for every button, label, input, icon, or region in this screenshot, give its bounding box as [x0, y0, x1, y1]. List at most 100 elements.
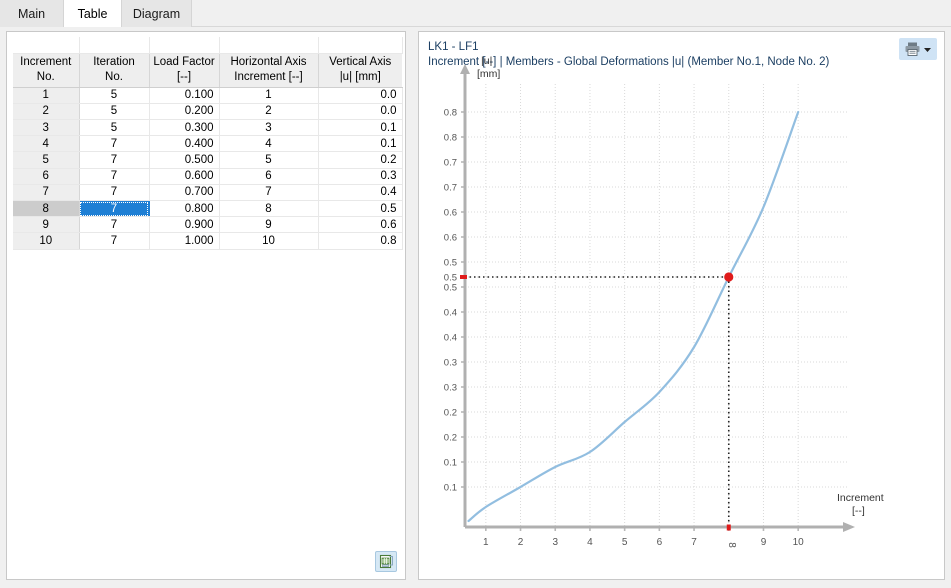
- filter-cell[interactable]: [79, 37, 149, 53]
- export-table-icon: [379, 554, 394, 569]
- table-row[interactable]: 870.80080.5: [13, 201, 402, 217]
- cell-load-factor[interactable]: 1.000: [149, 233, 219, 249]
- cell-iteration-no[interactable]: 5: [79, 120, 149, 136]
- cell-horizontal-axis[interactable]: 7: [219, 184, 318, 200]
- cell-load-factor[interactable]: 0.600: [149, 168, 219, 184]
- cell-horizontal-axis[interactable]: 2: [219, 103, 318, 119]
- filter-cell[interactable]: [149, 37, 219, 53]
- row-header-cell[interactable]: 10: [13, 233, 79, 249]
- column-header-increment-no[interactable]: Increment No.: [13, 53, 79, 87]
- cell-load-factor[interactable]: 0.100: [149, 87, 219, 103]
- cell-horizontal-axis[interactable]: 3: [219, 120, 318, 136]
- tab-diagram-label: Diagram: [133, 7, 180, 21]
- cell-load-factor[interactable]: 0.900: [149, 217, 219, 233]
- cell-iteration-no[interactable]: 7: [79, 136, 149, 152]
- x-tick-label: 6: [657, 537, 663, 548]
- cell-vertical-axis[interactable]: 0.5: [318, 201, 402, 217]
- table-row[interactable]: 670.60060.3: [13, 168, 402, 184]
- cell-horizontal-axis[interactable]: 10: [219, 233, 318, 249]
- selected-data-point[interactable]: [724, 272, 733, 281]
- y-axis-arrow: [460, 64, 470, 74]
- cell-load-factor[interactable]: 0.200: [149, 103, 219, 119]
- row-header-cell[interactable]: 2: [13, 103, 79, 119]
- table-header-row: Increment No. Iteration No. Load Factor …: [13, 53, 402, 87]
- cell-iteration-no[interactable]: 7: [79, 184, 149, 200]
- x-axis-label: Increment: [837, 492, 884, 504]
- table-row[interactable]: 970.90090.6: [13, 217, 402, 233]
- cell-vertical-axis[interactable]: 0.3: [318, 168, 402, 184]
- table-row[interactable]: 350.30030.1: [13, 120, 402, 136]
- filter-cell[interactable]: [13, 37, 79, 53]
- cell-horizontal-axis[interactable]: 4: [219, 136, 318, 152]
- table-row[interactable]: 570.50050.2: [13, 152, 402, 168]
- cell-iteration-no[interactable]: 7: [79, 168, 149, 184]
- tab-main[interactable]: Main: [0, 0, 64, 27]
- deformation-curve-chart[interactable]: 0.80.80.70.70.60.60.50.50.50.40.40.30.30…: [419, 32, 946, 581]
- x-tick-label: 9: [761, 537, 767, 548]
- cell-vertical-axis[interactable]: 0.1: [318, 136, 402, 152]
- cell-load-factor[interactable]: 0.400: [149, 136, 219, 152]
- x-tick-label: 5: [622, 537, 628, 548]
- header-line1: Iteration: [83, 55, 146, 71]
- cell-load-factor[interactable]: 0.800: [149, 201, 219, 217]
- x-tick-label: 8: [726, 542, 737, 548]
- column-header-iteration-no[interactable]: Iteration No.: [79, 53, 149, 87]
- column-header-vertical-axis[interactable]: Vertical Axis |u| [mm]: [318, 53, 402, 87]
- table-row[interactable]: 150.10010.0: [13, 87, 402, 103]
- cell-iteration-no[interactable]: 7: [79, 152, 149, 168]
- table-filter-row: [13, 37, 402, 53]
- filter-cell[interactable]: [318, 37, 402, 53]
- x-tick-label: 10: [793, 537, 805, 548]
- row-header-cell[interactable]: 8: [13, 201, 79, 217]
- cell-vertical-axis[interactable]: 0.6: [318, 217, 402, 233]
- row-header-cell[interactable]: 6: [13, 168, 79, 184]
- row-header-cell[interactable]: 4: [13, 136, 79, 152]
- header-line2: [--]: [153, 70, 216, 86]
- header-line2: Increment [--]: [223, 70, 315, 86]
- y-tick-label: 0.7: [444, 158, 457, 169]
- cell-iteration-no[interactable]: 7: [79, 201, 149, 217]
- table-row[interactable]: 770.70070.4: [13, 184, 402, 200]
- tab-strip: Main Table Diagram: [0, 0, 951, 27]
- table-row[interactable]: 1071.000100.8: [13, 233, 402, 249]
- tab-main-label: Main: [18, 7, 45, 21]
- cell-vertical-axis[interactable]: 0.8: [318, 233, 402, 249]
- cell-iteration-no[interactable]: 7: [79, 217, 149, 233]
- diagram-panel: LK1 - LF1 Increment [--] | Members - Glo…: [418, 31, 945, 580]
- cell-horizontal-axis[interactable]: 6: [219, 168, 318, 184]
- tab-diagram[interactable]: Diagram: [122, 0, 192, 27]
- cell-iteration-no[interactable]: 7: [79, 233, 149, 249]
- export-table-button[interactable]: [375, 551, 397, 572]
- cell-iteration-no[interactable]: 5: [79, 103, 149, 119]
- cell-vertical-axis[interactable]: 0.2: [318, 152, 402, 168]
- table-row[interactable]: 470.40040.1: [13, 136, 402, 152]
- cell-horizontal-axis[interactable]: 1: [219, 87, 318, 103]
- y-axis-marker: [460, 275, 467, 279]
- cell-vertical-axis[interactable]: 0.1: [318, 120, 402, 136]
- row-header-cell[interactable]: 5: [13, 152, 79, 168]
- column-header-load-factor[interactable]: Load Factor [--]: [149, 53, 219, 87]
- cell-horizontal-axis[interactable]: 5: [219, 152, 318, 168]
- cell-vertical-axis[interactable]: 0.4: [318, 184, 402, 200]
- y-tick-label: 0.5: [444, 283, 457, 294]
- filter-cell[interactable]: [219, 37, 318, 53]
- y-tick-label: 0.6: [444, 208, 457, 219]
- x-axis-unit: [--]: [852, 505, 865, 517]
- tab-table-label: Table: [78, 7, 108, 21]
- x-axis-marker: [727, 525, 731, 531]
- row-header-cell[interactable]: 3: [13, 120, 79, 136]
- cell-vertical-axis[interactable]: 0.0: [318, 87, 402, 103]
- cell-load-factor[interactable]: 0.300: [149, 120, 219, 136]
- cell-vertical-axis[interactable]: 0.0: [318, 103, 402, 119]
- cell-iteration-no[interactable]: 5: [79, 87, 149, 103]
- cell-load-factor[interactable]: 0.500: [149, 152, 219, 168]
- cell-horizontal-axis[interactable]: 8: [219, 201, 318, 217]
- column-header-horizontal-axis[interactable]: Horizontal Axis Increment [--]: [219, 53, 318, 87]
- cell-horizontal-axis[interactable]: 9: [219, 217, 318, 233]
- tab-table[interactable]: Table: [64, 0, 122, 27]
- cell-load-factor[interactable]: 0.700: [149, 184, 219, 200]
- row-header-cell[interactable]: 1: [13, 87, 79, 103]
- row-header-cell[interactable]: 7: [13, 184, 79, 200]
- table-row[interactable]: 250.20020.0: [13, 103, 402, 119]
- row-header-cell[interactable]: 9: [13, 217, 79, 233]
